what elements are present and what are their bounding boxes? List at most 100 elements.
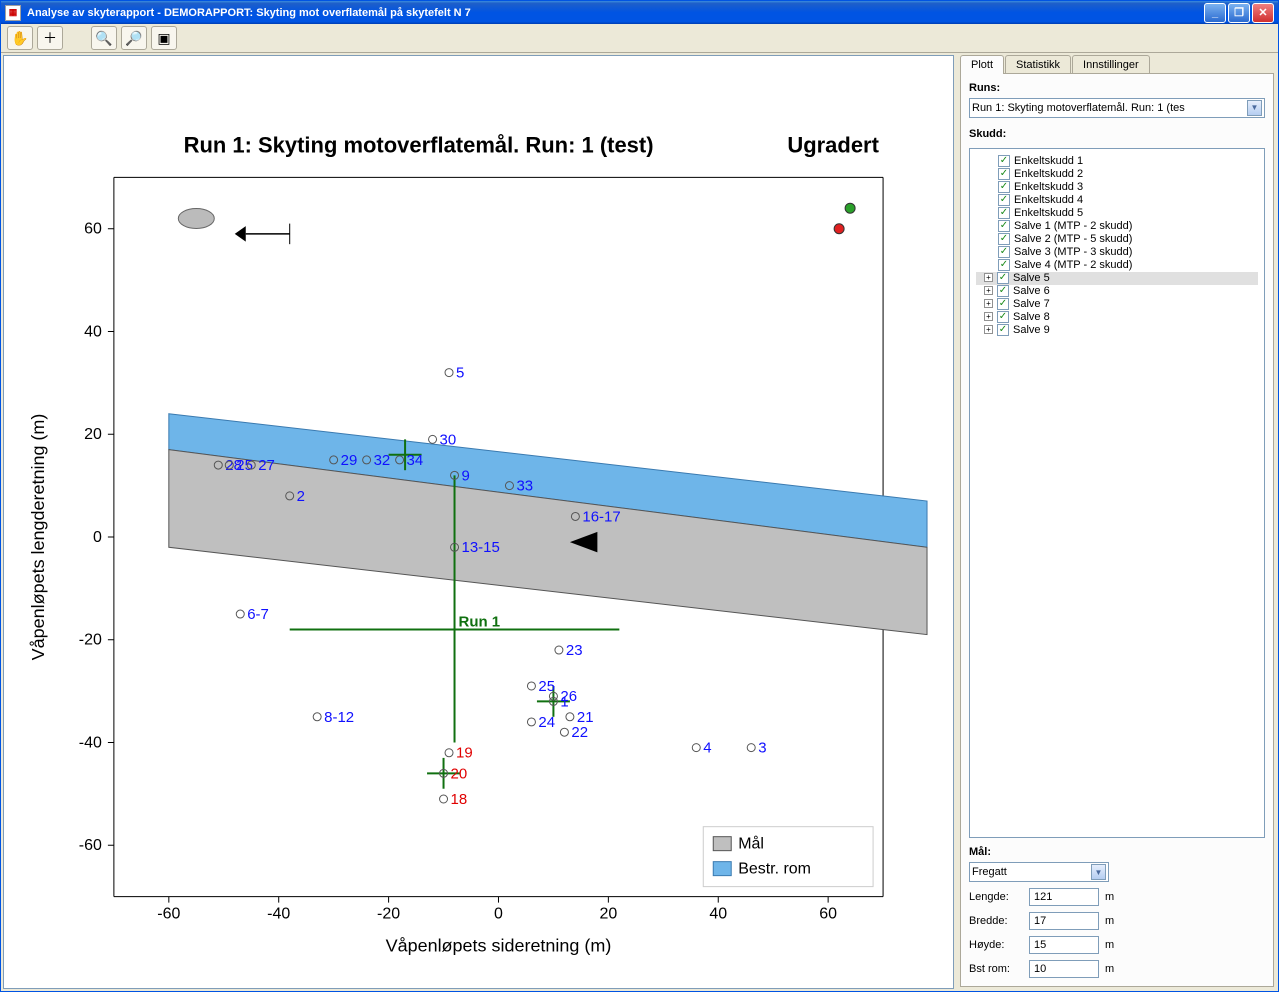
expand-icon[interactable]: + — [984, 273, 993, 282]
close-button[interactable]: ✕ — [1252, 3, 1274, 23]
skudd-label: Skudd: — [969, 128, 1265, 140]
checkbox[interactable]: ✓ — [997, 324, 1009, 336]
tree-item[interactable]: +✓Salve 6 — [976, 285, 1258, 298]
expand-icon[interactable]: + — [984, 286, 993, 295]
expand-icon[interactable]: + — [984, 325, 993, 334]
svg-text:6-7: 6-7 — [247, 606, 269, 623]
zoom-out-button[interactable]: 🔎 — [121, 26, 147, 50]
runs-select[interactable]: Run 1: Skyting motoverflatemål. Run: 1 (… — [969, 98, 1265, 118]
svg-text:-40: -40 — [267, 906, 290, 923]
svg-text:0: 0 — [93, 529, 102, 546]
checkbox[interactable]: ✓ — [997, 272, 1009, 284]
dropdown-icon: ▼ — [1247, 100, 1262, 116]
toolbar: ✋ ＋ 🔍 🔎 ▣ — [1, 24, 1278, 53]
tree-item-label: Enkeltskudd 5 — [1014, 207, 1083, 219]
plot-pane[interactable]: -60-40-200204060-60-40-200204060Run 1282… — [3, 55, 954, 989]
expand-icon[interactable]: + — [984, 299, 993, 308]
checkbox[interactable]: ✓ — [997, 285, 1009, 297]
lengde-input[interactable] — [1029, 888, 1099, 906]
checkbox[interactable]: ✓ — [998, 155, 1010, 167]
hoyde-label: Høyde: — [969, 939, 1029, 951]
tree-item[interactable]: ✓Enkeltskudd 2 — [976, 168, 1258, 181]
tree-item-label: Salve 3 (MTP - 3 skudd) — [1014, 246, 1132, 258]
maximize-button[interactable]: ❐ — [1228, 3, 1250, 23]
skudd-tree[interactable]: ✓Enkeltskudd 1✓Enkeltskudd 2✓Enkeltskudd… — [969, 148, 1265, 838]
maal-select[interactable]: Fregatt ▼ — [969, 862, 1109, 882]
svg-text:40: 40 — [84, 323, 102, 340]
unit-m: m — [1105, 963, 1114, 975]
unit-m: m — [1105, 915, 1114, 927]
tree-item[interactable]: ✓ Salve 3 (MTP - 3 skudd) — [976, 246, 1258, 259]
svg-text:-60: -60 — [79, 837, 102, 854]
tab-plott[interactable]: Plott — [960, 55, 1004, 74]
tree-item-label: Enkeltskudd 3 — [1014, 181, 1083, 193]
tree-item-label: Salve 8 — [1013, 311, 1050, 323]
zoom-fit-button[interactable]: ▣ — [151, 26, 177, 50]
tree-item[interactable]: + ✓ Salve 5 — [976, 272, 1258, 285]
svg-text:3: 3 — [758, 740, 766, 757]
checkbox[interactable]: ✓ — [998, 181, 1010, 193]
runs-selected-text: Run 1: Skyting motoverflatemål. Run: 1 (… — [972, 102, 1185, 114]
checkbox[interactable]: ✓ — [998, 259, 1010, 271]
tree-item[interactable]: ✓ Enkeltskudd 4 — [976, 194, 1258, 207]
tree-item[interactable]: + ✓ Salve 8 — [976, 311, 1258, 324]
side-panel: Plott Statistikk Innstillinger Runs: Run… — [956, 53, 1278, 991]
maal-block: Mål: Fregatt ▼ Lengde: m Bredde: m — [969, 846, 1265, 978]
tree-item[interactable]: + ✓ Salve 9 — [976, 324, 1258, 337]
tree-item[interactable]: ✓Salve 4 (MTP - 2 skudd) — [976, 259, 1258, 272]
svg-text:Mål: Mål — [738, 835, 764, 853]
tree-item-label: Salve 9 — [1013, 324, 1050, 336]
app-icon: ▦ — [5, 5, 21, 21]
checkbox[interactable]: ✓ — [997, 311, 1009, 323]
svg-text:2: 2 — [297, 488, 305, 505]
hoyde-input[interactable] — [1029, 936, 1099, 954]
svg-text:Våpenløpets sideretning (m): Våpenløpets sideretning (m) — [386, 936, 612, 956]
svg-text:1: 1 — [560, 693, 568, 710]
bredde-input[interactable] — [1029, 912, 1099, 930]
tree-item[interactable]: ✓Salve 2 (MTP - 5 skudd) — [976, 233, 1258, 246]
minimize-button[interactable]: _ — [1204, 3, 1226, 23]
pan-tool-button[interactable]: ✋ — [7, 26, 33, 50]
window-title: Analyse av skyterapport - DEMORAPPORT: S… — [27, 7, 1204, 19]
tab-innstillinger[interactable]: Innstillinger — [1072, 55, 1150, 74]
checkbox[interactable]: ✓ — [998, 194, 1010, 206]
dropdown-icon: ▼ — [1091, 864, 1106, 880]
titlebar: ▦ Analyse av skyterapport - DEMORAPPORT:… — [1, 1, 1278, 24]
svg-text:34: 34 — [407, 452, 424, 469]
unit-m: m — [1105, 939, 1114, 951]
svg-text:-20: -20 — [377, 906, 400, 923]
checkbox[interactable]: ✓ — [998, 233, 1010, 245]
checkbox[interactable]: ✓ — [998, 220, 1010, 232]
crosshair-tool-button[interactable]: ＋ — [37, 26, 63, 50]
tree-item-label: Enkeltskudd 4 — [1014, 194, 1083, 206]
svg-text:-60: -60 — [157, 906, 180, 923]
svg-text:32: 32 — [374, 452, 391, 469]
plot-svg: -60-40-200204060-60-40-200204060Run 1282… — [4, 56, 953, 988]
checkbox[interactable]: ✓ — [998, 207, 1010, 219]
content-area: -60-40-200204060-60-40-200204060Run 1282… — [1, 53, 1278, 991]
svg-text:16-17: 16-17 — [582, 508, 620, 525]
tree-item-label: Salve 5 — [1013, 272, 1050, 284]
unit-m: m — [1105, 891, 1114, 903]
svg-text:4: 4 — [703, 740, 711, 757]
tree-item[interactable]: ✓Salve 1 (MTP - 2 skudd) — [976, 220, 1258, 233]
svg-text:20: 20 — [599, 906, 617, 923]
tree-item[interactable]: ✓ Enkeltskudd 3 — [976, 181, 1258, 194]
bstrom-input[interactable] — [1029, 960, 1099, 978]
checkbox[interactable]: ✓ — [997, 298, 1009, 310]
bredde-label: Bredde: — [969, 915, 1029, 927]
tree-item[interactable]: ✓ Enkeltskudd 1 — [976, 155, 1258, 168]
expand-icon[interactable]: + — [984, 312, 993, 321]
checkbox[interactable]: ✓ — [998, 168, 1010, 180]
svg-text:Våpenløpets lengderetning (m): Våpenløpets lengderetning (m) — [28, 414, 48, 661]
tree-item-label: Enkeltskudd 1 — [1014, 155, 1083, 167]
svg-text:24: 24 — [538, 714, 555, 731]
tree-item[interactable]: ✓ Enkeltskudd 5 — [976, 207, 1258, 220]
checkbox[interactable]: ✓ — [998, 246, 1010, 258]
tab-statistikk[interactable]: Statistikk — [1005, 55, 1071, 74]
zoom-in-button[interactable]: 🔍 — [91, 26, 117, 50]
tab-strip: Plott Statistikk Innstillinger — [960, 55, 1274, 74]
tree-item[interactable]: +✓Salve 7 — [976, 298, 1258, 311]
svg-text:Bestr. rom: Bestr. rom — [738, 861, 811, 878]
svg-text:27: 27 — [258, 457, 275, 474]
